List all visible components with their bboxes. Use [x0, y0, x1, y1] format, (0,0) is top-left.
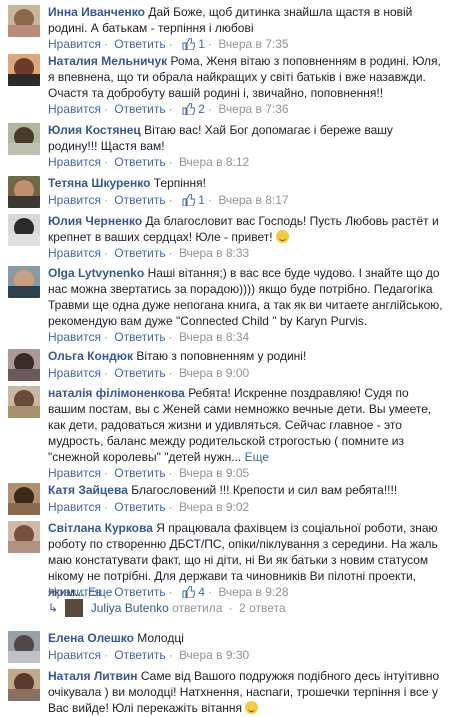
reply-count[interactable]: 2 ответа [239, 601, 285, 615]
avatar[interactable] [8, 123, 40, 155]
like-button[interactable]: Нравится [48, 330, 101, 344]
reply-button[interactable]: Ответить [114, 466, 165, 480]
comment-text: Молодці [137, 631, 184, 645]
reply-button[interactable]: Ответить [114, 366, 165, 380]
comment-author[interactable]: Наталия Мельничук [48, 54, 167, 68]
comment-author[interactable]: наталія філімоненкова [48, 386, 185, 400]
reply-verb: ответила [172, 601, 223, 615]
timestamp[interactable]: Вчера в 9:02 [179, 500, 249, 514]
timestamp[interactable]: Вчера в 7:35 [218, 37, 288, 51]
like-button[interactable]: Нравится [48, 648, 101, 662]
reply-button[interactable]: Ответить [114, 246, 165, 260]
avatar[interactable] [8, 214, 40, 246]
reply-button[interactable]: Ответить [114, 155, 165, 169]
timestamp[interactable]: Вчера в 7:36 [218, 102, 288, 116]
timestamp[interactable]: Вчера в 9:00 [179, 366, 249, 380]
timestamp[interactable]: Вчера в 8:12 [179, 155, 249, 169]
timestamp[interactable]: Вчера в 8:34 [179, 330, 249, 344]
comment-author[interactable]: Елена Олешко [48, 631, 134, 645]
avatar[interactable] [8, 521, 40, 553]
timestamp[interactable]: Вчера в 9:30 [179, 648, 249, 662]
reply-thread[interactable]: ↳ Juliya Butenko ответила · 2 ответа [48, 598, 286, 618]
timestamp[interactable]: Вчера в 9:05 [179, 466, 249, 480]
like-button[interactable]: Нравится [48, 102, 101, 116]
like-thumb-icon [182, 103, 195, 115]
like-thumb-icon [182, 586, 195, 598]
timestamp[interactable]: Вчера в 9:28 [218, 585, 288, 599]
avatar[interactable] [8, 176, 40, 208]
reply-button[interactable]: Ответить [114, 193, 165, 207]
like-button[interactable]: Нравится [48, 466, 101, 480]
like-count[interactable]: 2 [198, 102, 205, 116]
like-count[interactable]: 4 [198, 585, 205, 599]
comment-author[interactable]: Наталя Литвин [48, 669, 138, 683]
avatar[interactable] [8, 669, 40, 701]
comment-author[interactable]: Ольга Кондюк [48, 349, 133, 363]
like-count[interactable]: 1 [198, 193, 205, 207]
like-thumb-icon [182, 194, 195, 206]
reply-button[interactable]: Ответить [114, 648, 165, 662]
like-button[interactable]: Нравится [48, 246, 101, 260]
reply-button[interactable]: Ответить [114, 102, 165, 116]
comment-author[interactable]: Катя Зайцева [48, 483, 128, 497]
like-button[interactable]: Нравится [48, 155, 101, 169]
reply-button[interactable]: Ответить [114, 585, 165, 599]
smile-emoji-icon [275, 230, 289, 243]
avatar[interactable] [8, 483, 40, 515]
reply-avatar[interactable] [65, 599, 84, 617]
like-button[interactable]: Нравится [48, 37, 101, 51]
comment-author[interactable]: Тетяна Шкуренко [48, 176, 150, 190]
avatar[interactable] [8, 386, 40, 418]
avatar[interactable] [8, 266, 40, 298]
avatar[interactable] [8, 54, 40, 86]
timestamp[interactable]: Вчера в 8:17 [218, 193, 288, 207]
see-more-link[interactable]: Еще [245, 450, 269, 464]
timestamp[interactable]: Вчера в 8:33 [179, 246, 249, 260]
avatar[interactable] [8, 349, 40, 381]
like-button[interactable]: Нравится [48, 366, 101, 380]
reply-button[interactable]: Ответить [114, 37, 165, 51]
comment-text: Благословений !!! Крепости и сил вам реб… [131, 483, 398, 497]
reply-arrow-icon: ↳ [48, 601, 59, 615]
comment-author[interactable]: Olga Lytvynenko [48, 266, 144, 280]
comment-author[interactable]: Світлана Куркова [48, 521, 153, 535]
avatar[interactable] [8, 631, 40, 663]
like-button[interactable]: Нравится [48, 500, 101, 514]
comment-text: Терпіння! [153, 176, 207, 190]
like-button[interactable]: Нравится [48, 585, 101, 599]
like-thumb-icon [182, 38, 195, 50]
reply-author[interactable]: Juliya Butenko [91, 601, 169, 615]
comment-text: Вітаю з поповненням у родині! [136, 349, 307, 363]
comment-author[interactable]: Юлия Черненко [48, 214, 142, 228]
smile-emoji-icon [245, 701, 259, 714]
like-button[interactable]: Нравится [48, 193, 101, 207]
avatar[interactable] [8, 5, 40, 37]
comment-author[interactable]: Инна Иванченко [48, 5, 145, 19]
reply-button[interactable]: Ответить [114, 500, 165, 514]
reply-button[interactable]: Ответить [114, 330, 165, 344]
comment-author[interactable]: Юлия Костянец [48, 123, 141, 137]
like-count[interactable]: 1 [198, 37, 205, 51]
